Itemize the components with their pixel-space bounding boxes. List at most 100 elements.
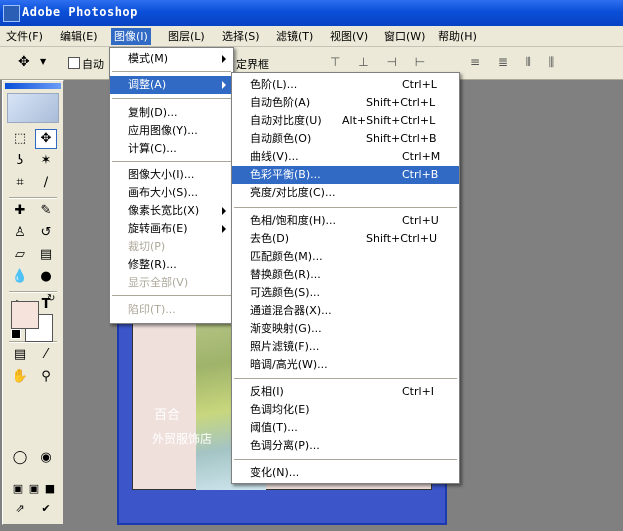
submenu-item-label: 自动色阶(A) [250,96,311,109]
move-tool-icon[interactable]: ✥ [18,54,30,70]
history-brush-tool-icon[interactable]: ↺ [35,223,57,243]
menu-item-trim[interactable]: 修整(R)... [110,256,233,274]
menu-filter[interactable]: 滤镜(T) [273,28,316,45]
move-tool-icon[interactable]: ✥ [35,129,57,149]
window-title: Adobe Photoshop [22,5,138,19]
hand-tool-icon[interactable]: ✋ [9,367,31,387]
menu-item-crop: 裁切(P) [110,238,233,256]
submenu-item-replace-color[interactable]: 替换颜色(R)... [232,266,459,284]
menu-item-canvas-size[interactable]: 画布大小(S)... [110,184,233,202]
eraser-tool-icon[interactable]: ▱ [9,245,31,265]
submenu-item-label: 暗调/高光(W)... [250,358,328,371]
distribute-buttons-group[interactable]: ≡ ≣ ⫴ ⫼ [470,55,610,71]
menu-item-label: 图像大小(I)... [128,168,195,181]
swap-colors-icon[interactable]: ↻ [47,293,55,304]
submenu-item-match-color[interactable]: 匹配颜色(M)... [232,248,459,266]
menu-item-image-size[interactable]: 图像大小(I)... [110,166,233,184]
submenu-item-selective-color[interactable]: 可选颜色(S)... [232,284,459,302]
submenu-item-hue-saturation[interactable]: 色相/饱和度(H)... Ctrl+U [232,212,459,230]
submenu-item-posterize[interactable]: 色调分离(P)... [232,437,459,455]
submenu-item-label: 可选颜色(S)... [250,286,321,299]
submenu-item-curves[interactable]: 曲线(V)... Ctrl+M [232,148,459,166]
submenu-item-label: 亮度/对比度(C)... [250,186,336,199]
menu-layer[interactable]: 图层(L) [165,28,208,45]
standard-mode-icon[interactable]: ◯ [9,448,31,468]
menu-view[interactable]: 视图(V) [327,28,371,45]
edit-in-imageready-icon[interactable]: ✔ [35,499,57,519]
menu-help[interactable]: 帮助(H) [435,28,480,45]
default-colors-icon[interactable] [11,329,21,339]
menu-select[interactable]: 选择(S) [219,28,263,45]
quick-mask-mode-icon[interactable]: ◉ [35,448,57,468]
shortcut-label: Alt+Shift+Ctrl+L [342,114,436,127]
submenu-item-gradient-map[interactable]: 渐变映射(G)... [232,320,459,338]
submenu-arrow-icon [222,81,226,89]
submenu-item-invert[interactable]: 反相(I) Ctrl+I [232,383,459,401]
lasso-tool-icon[interactable]: ʖ [9,151,31,171]
submenu-item-photo-filter[interactable]: 照片滤镜(F)... [232,338,459,356]
submenu-item-levels[interactable]: 色阶(L)... Ctrl+L [232,76,459,94]
menu-item-apply-image[interactable]: 应用图像(Y)... [110,122,233,140]
menu-item-label: 应用图像(Y)... [128,124,198,137]
menu-divider [234,459,457,460]
marquee-tool-icon[interactable]: ⬚ [9,129,31,149]
menu-item-duplicate[interactable]: 复制(D)... [110,104,233,122]
photoshop-app-icon [3,5,20,22]
healing-brush-tool-icon[interactable]: ✚ [9,201,31,221]
dodge-tool-icon[interactable]: ● [35,267,57,287]
jump-to-imageready-icon[interactable]: ⇗ [9,499,31,519]
menu-item-label: 像素长宽比(X) [128,204,200,217]
shortcut-label: Ctrl+B [402,168,439,181]
crop-tool-icon[interactable]: ⌗ [9,173,31,193]
submenu-item-label: 渐变映射(G)... [250,322,322,335]
submenu-item-variations[interactable]: 变化(N)... [232,464,459,482]
menu-window[interactable]: 窗口(W) [381,28,428,45]
screen-mode-full-icon[interactable]: ■ [39,479,61,499]
title-bar: Adobe Photoshop [0,0,623,26]
menu-edit[interactable]: 编辑(E) [57,28,101,45]
menu-item-adjustments[interactable]: 调整(A) [110,76,233,94]
menu-item-pixel-aspect-ratio[interactable]: 像素长宽比(X) [110,202,233,220]
auto-select-checkbox[interactable] [68,57,80,69]
submenu-item-threshold[interactable]: 阈值(T)... [232,419,459,437]
submenu-item-label: 自动颜色(O) [250,132,312,145]
submenu-item-auto-color[interactable]: 自动颜色(O) Shift+Ctrl+B [232,130,459,148]
tool-preset-arrow-icon[interactable]: ▼ [40,57,46,66]
eyedropper-tool-icon[interactable]: ⁄ [35,345,57,365]
menu-bar: 文件(F) 编辑(E) 图像(I) 图层(L) 选择(S) 滤镜(T) 视图(V… [0,26,623,47]
gradient-tool-icon[interactable]: ▤ [35,245,57,265]
submenu-item-label: 色调均化(E) [250,403,310,416]
menu-item-calculations[interactable]: 计算(C)... [110,140,233,158]
zoom-tool-icon[interactable]: ⚲ [35,367,57,387]
clone-stamp-tool-icon[interactable]: ♙ [9,223,31,243]
submenu-item-auto-levels[interactable]: 自动色阶(A) Shift+Ctrl+L [232,94,459,112]
menu-file[interactable]: 文件(F) [3,28,46,45]
notes-tool-icon[interactable]: ▤ [9,345,31,365]
submenu-item-auto-contrast[interactable]: 自动对比度(U) Alt+Shift+Ctrl+L [232,112,459,130]
menu-item-rotate-canvas[interactable]: 旋转画布(E) [110,220,233,238]
submenu-item-brightness-contrast[interactable]: 亮度/对比度(C)... [232,184,459,202]
submenu-item-channel-mixer[interactable]: 通道混合器(X)... [232,302,459,320]
menu-item-label: 画布大小(S)... [128,186,199,199]
menu-item-label: 复制(D)... [128,106,178,119]
blur-tool-icon[interactable]: 💧 [9,267,31,287]
menu-item-label: 调整(A) [128,78,167,91]
brush-tool-icon[interactable]: ✎ [35,201,57,221]
menu-item-trap: 陷印(T)... [110,301,233,319]
submenu-item-label: 色相/饱和度(H)... [250,214,337,227]
submenu-item-shadow-highlight[interactable]: 暗调/高光(W)... [232,356,459,374]
artwork-text-store: 外贸服饰店 [152,432,213,446]
menu-image[interactable]: 图像(I) [111,28,151,45]
submenu-item-desaturate[interactable]: 去色(D) Shift+Ctrl+U [232,230,459,248]
menu-item-label: 旋转画布(E) [128,222,188,235]
align-buttons-group[interactable]: ⊤ ⊥ ⊣ ⊢ [330,55,460,71]
submenu-item-color-balance[interactable]: 色彩平衡(B)... Ctrl+B [232,166,459,184]
artwork-text-lily: 百合 [154,408,181,423]
slice-tool-icon[interactable]: ∕ [35,173,57,193]
menu-item-mode[interactable]: 模式(M) [110,50,233,68]
foreground-color-swatch[interactable] [11,301,39,329]
submenu-item-label: 照片滤镜(F)... [250,340,320,353]
magic-wand-tool-icon[interactable]: ✶ [35,151,57,171]
menu-item-label: 裁切(P) [128,240,166,253]
submenu-item-equalize[interactable]: 色调均化(E) [232,401,459,419]
